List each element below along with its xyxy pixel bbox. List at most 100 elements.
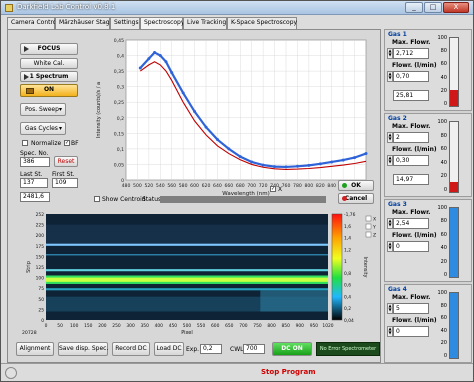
data-point [215,138,219,142]
colorbar-tick-label: 0,4 [344,294,351,300]
max-flowrate-field[interactable]: 5 [393,303,429,314]
x-tick-label: 0 [45,323,48,329]
gauge-tick-label: 80 [440,218,447,225]
legend-x-checkbox[interactable]: ✓ [270,186,276,192]
data-point [330,160,334,164]
x-tick-label: 450 [169,323,178,329]
data-point [364,152,368,156]
y-tick-label: 0,25 [114,100,124,106]
colorbar-tick-label: 1 [344,259,347,265]
reset-button[interactable]: Reset [54,156,78,167]
focus-button[interactable]: FOCUS [20,43,78,55]
gas-title: Gas 1 [388,31,407,38]
max-flowrate-field[interactable]: 2,54 [393,218,429,229]
flow-gauge [449,121,459,193]
flowrate-field[interactable]: 0,70 [393,71,429,82]
gas-cycles-dropdown[interactable]: Gas Cycles [20,122,66,135]
colorbar-tick-label: -1,76 [344,212,356,218]
on-toggle-button[interactable]: ON [20,84,78,97]
x-tick-label: 620 [202,183,211,189]
y-tick-label: 200 [36,233,45,239]
x-tick-label: 800 [267,323,276,329]
save-disp-spec-button[interactable]: Save disp. Spec. [58,342,108,356]
stop-icon[interactable] [5,367,17,379]
max-flowrate-field[interactable]: 2 [393,132,429,143]
x-tick-label: 500 [183,323,192,329]
y-tick-label: 0,4 [117,54,124,60]
colorbar-label: Intensity [362,257,368,278]
x-tick-label: 300 [126,323,135,329]
spectrometer-status-indicator: No Error Spectrometer [316,342,380,356]
ok-icon [342,183,347,188]
max-flowrate-field[interactable]: 2,712 [393,48,429,59]
gas-panel: Gas 1 Max. Flowr. ▲ ▼ 2,712 Flowr. (l/min) ▲ ▼ 0… [384,29,472,111]
y-tick-label: 0,45 [114,38,124,44]
tab-stage[interactable]: Märzhäuser Stage [55,17,113,29]
tab-kspace-spectroscopy[interactable]: K-Space Spectroscopy [227,17,297,29]
dc-on-toggle[interactable]: DC ON [272,342,312,356]
flowrate-label: Flowr. (l/min) [392,146,437,153]
gauge-fill [450,208,458,277]
flow-gauge [449,292,459,359]
x-tick-label: 350 [141,323,150,329]
colorbar-tick-label: 1,2 [344,247,351,253]
flowrate-field[interactable]: 0 [393,241,429,252]
normalize-checkbox[interactable] [22,140,28,146]
tab-camera-control[interactable]: Camera Control [7,17,58,29]
gas-panel: Gas 4 Max. Flowr. ▲ ▼ 5 Flowr. (l/min) ▲ ▼ 0 100 8… [384,284,472,363]
legend-x-label: X [278,186,283,193]
one-spectrum-button[interactable]: 1 Spectrum [20,71,78,82]
minimize-button[interactable]: _ [405,2,423,13]
cwl-field[interactable]: 700 [243,344,265,354]
gauge-fill [450,181,458,192]
indicator-led-icon [26,88,34,94]
axis-toggle-label: Z [373,233,376,239]
axis-toggle-checkbox [365,223,372,230]
x-tick-label: 500 [133,183,142,189]
stop-program-label[interactable]: Stop Program [261,368,316,376]
show-centroid-checkbox[interactable] [94,196,100,202]
alignment-button[interactable]: Alignment [16,342,54,356]
x-tick-label: 760 [282,183,291,189]
x-tick-label: 800 [304,183,313,189]
x-tick-label: 720 [259,183,268,189]
close-button[interactable]: X [443,2,469,13]
gauge-tick-label: 40 [440,245,447,252]
y-tick-label: 0,1 [117,147,124,153]
flowrate-label: Flowr. (l/min) [392,62,437,69]
heatmap-band [46,277,328,282]
y-tick-label: 0 [41,318,44,324]
gauge-tick-label: 20 [440,87,447,94]
data-point [250,160,254,164]
x-tick-label: 780 [293,183,302,189]
tab-settings[interactable]: Settings [110,17,140,29]
pos-sweep-dropdown[interactable]: Pos. Sweep [20,103,66,116]
spec-no-field[interactable]: 386 [20,157,50,167]
record-dc-button[interactable]: Record DC [112,342,150,356]
x-tick-label: 200 [98,323,107,329]
app-window: Darkfield Lab Control v0.8.1 _ □ X Camer… [0,0,474,382]
white-cal-button[interactable]: White Cal. [20,58,78,69]
bf-checkbox[interactable]: ✓ [64,140,70,146]
flowrate-field[interactable]: 0 [393,326,429,337]
data-point [273,165,277,169]
flowrate-field[interactable]: 0,30 [393,155,429,166]
heatmap-band [46,243,328,246]
ccd-heatmap: 0 50 100 150 200 250 300 350 400 450 500 550 600 650 7… [22,212,376,336]
y-tick-label: 0,15 [114,131,124,137]
colorbar-tick-label: 0,8 [344,271,351,277]
tab-live-tracking[interactable]: Live Tracking [183,17,227,29]
x-tick-label: 600 [211,323,220,329]
cancel-button[interactable]: Cancel [338,193,374,204]
axis-toggle-checkbox [365,215,372,222]
load-dc-button[interactable]: Load DC [154,342,184,356]
data-point [170,71,174,75]
show-centroid-label: Show Centroid [102,196,146,203]
ok-button[interactable]: OK [338,180,374,191]
axis-toggle-label: Y [372,225,376,231]
maximize-button[interactable]: □ [424,2,442,13]
colorbar-tick-label: 0,04 [344,318,354,324]
exp-t-field[interactable]: 0,2 [200,344,222,354]
heatmap-band [46,288,328,291]
colorbar [331,213,343,321]
